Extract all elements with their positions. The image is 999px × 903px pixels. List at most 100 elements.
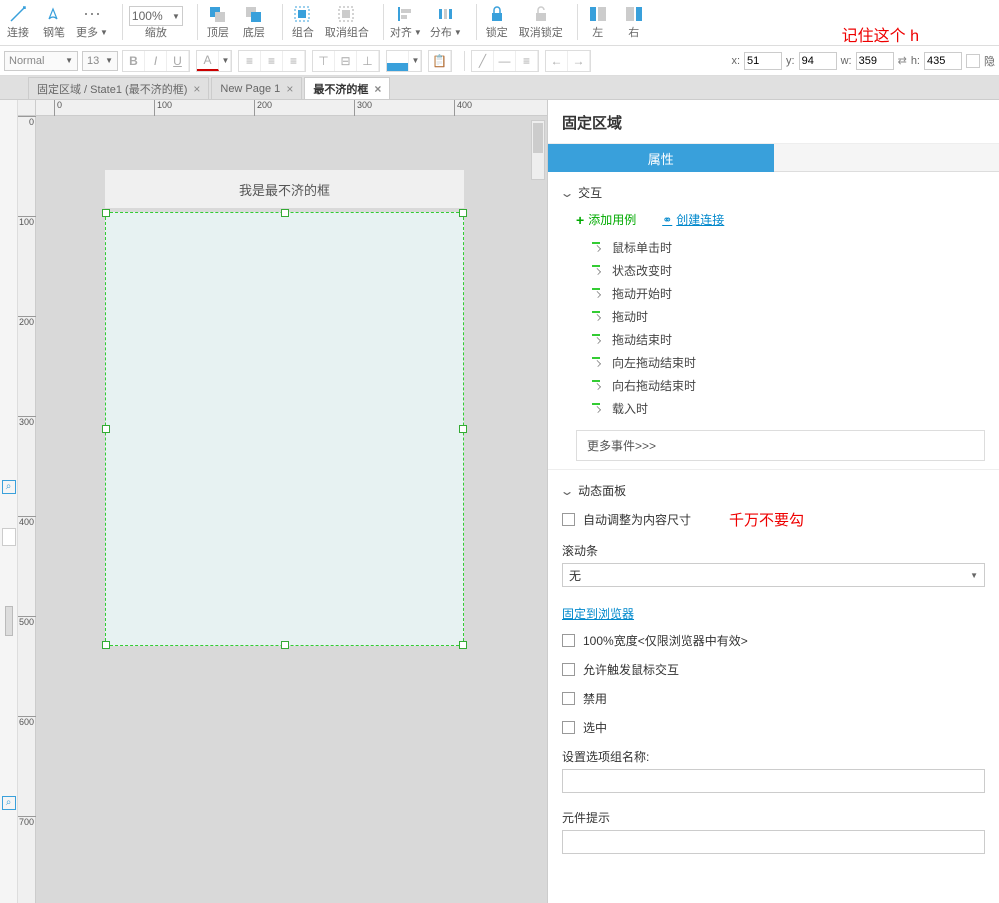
w-input[interactable] [856,52,894,70]
text-style-group: B I U [122,50,190,72]
tool-more[interactable]: ⋯ 更多▼ [76,2,108,40]
lock-aspect-icon[interactable]: ⇄ [898,54,907,67]
create-link-button[interactable]: 创建连接 [662,211,724,228]
position-inputs: x: y: w: ⇄ h: 隐 [731,52,995,70]
zoom-select[interactable]: 100%▼ [129,6,183,26]
close-icon[interactable]: × [374,82,381,96]
valign-bottom-button[interactable]: ⊥ [357,51,379,71]
align-center-button[interactable]: ≡ [261,51,283,71]
tool-connect[interactable]: 连接 [4,2,32,40]
dock-right-icon [620,2,648,26]
tooltip-input[interactable] [562,830,985,854]
option-group-label: 设置选项组名称: [562,742,985,769]
document-tabs: 固定区域 / State1 (最不济的框)× New Page 1× 最不济的框… [0,76,999,100]
sidebar-handle-icon[interactable] [5,606,13,636]
y-input[interactable] [799,52,837,70]
tool-unlock[interactable]: 取消锁定 [519,2,563,40]
tool-dock-right[interactable]: 右 [620,2,648,40]
fontsize-select[interactable]: 13 ▼ [82,51,118,71]
tab-properties[interactable]: 属性 [548,144,774,172]
event-item[interactable]: 向右拖动结束时 [562,374,985,397]
pin-browser-link[interactable]: 固定到浏览器 [562,601,634,626]
hidden-checkbox[interactable] [966,54,980,68]
search-icon[interactable]: ⌕ [2,480,16,494]
tool-dock-left[interactable]: 左 [584,2,612,40]
unlock-icon [527,2,555,26]
disabled-label: 禁用 [583,690,607,707]
allow-mouse-label: 允许触发鼠标交互 [583,661,679,678]
tooltip-label: 元件提示 [562,803,985,830]
italic-button[interactable]: I [145,51,167,71]
tool-ungroup[interactable]: 取消组合 [325,2,369,40]
add-case-button[interactable]: 添加用例 [576,211,636,228]
canvas-area[interactable]: 0 100 200 300 400 0 100 200 300 400 500 … [18,100,547,903]
tool-distribute[interactable]: 分布▼ [430,2,462,40]
more-events-button[interactable]: 更多事件>>> [576,430,985,461]
fill-dropdown[interactable]: ▼ [409,51,421,71]
fill-color-button[interactable] [387,51,409,71]
event-item[interactable]: 拖动结束时 [562,328,985,351]
disabled-checkbox[interactable] [562,692,575,705]
event-item[interactable]: 载入时 [562,397,985,420]
width-100-checkbox[interactable] [562,634,575,647]
tool-lock[interactable]: 锁定 [483,2,511,40]
event-icon [592,311,604,323]
arrow-start-button[interactable]: ← [546,51,568,71]
tool-zoom[interactable]: 100%▼ 缩放 [129,2,183,40]
event-item[interactable]: 鼠标单击时 [562,236,985,259]
option-group-input[interactable] [562,769,985,793]
event-item[interactable]: 状态改变时 [562,259,985,282]
copy-style-button[interactable]: 📋 [429,51,451,71]
underline-button[interactable]: U [167,51,189,71]
tab-fixed-area[interactable]: 固定区域 / State1 (最不济的框)× [28,77,209,99]
tab-new-page[interactable]: New Page 1× [211,77,302,99]
selected-label: 选中 [583,719,607,736]
tab-notes[interactable] [774,144,999,172]
front-icon [204,2,232,26]
valign-middle-button[interactable]: ⊟ [335,51,357,71]
panel-tabs: 属性 [548,144,999,172]
tool-group-btn[interactable]: 组合 [289,2,317,40]
vertical-scrollbar[interactable] [531,120,545,180]
style-select[interactable]: Normal ▼ [4,51,78,71]
line-style-button[interactable]: ╱ [472,51,494,71]
selected-checkbox[interactable] [562,721,575,734]
tool-front[interactable]: 顶层 [204,2,232,40]
ruler-horizontal: 0 100 200 300 400 [36,100,547,116]
font-color-dropdown[interactable]: ▼ [219,51,231,71]
valign-top-button[interactable]: ⊤ [313,51,335,71]
event-item[interactable]: 向左拖动结束时 [562,351,985,374]
close-icon[interactable]: × [286,82,293,96]
sidebar-box[interactable] [2,528,16,546]
allow-mouse-checkbox[interactable] [562,663,575,676]
tool-align[interactable]: 对齐▼ [390,2,422,40]
tool-back[interactable]: 底层 [240,2,268,40]
section-interactions: 交互 添加用例 创建连接 鼠标单击时 状态改变时 拖动开始时 拖动时 拖动结束时… [548,172,999,470]
section-header-dynamic[interactable]: 动态面板 [562,478,985,503]
h-input[interactable] [924,52,962,70]
align-right-button[interactable]: ≡ [283,51,305,71]
align-left-button[interactable]: ≡ [239,51,261,71]
main-area: ⌕ ⌕ 0 100 200 300 400 0 100 200 300 400 … [0,100,999,903]
annotation-remember-h: 记住这个 h [842,22,919,46]
arrow-end-button[interactable]: → [568,51,590,71]
x-input[interactable] [744,52,782,70]
close-icon[interactable]: × [193,82,200,96]
selected-dynamic-panel[interactable] [105,212,464,646]
event-item[interactable]: 拖动时 [562,305,985,328]
line-color-button[interactable]: — [494,51,516,71]
tool-pen[interactable]: 钢笔 [40,2,68,40]
section-header-interactions[interactable]: 交互 [562,180,985,205]
bold-button[interactable]: B [123,51,145,71]
event-icon [592,380,604,392]
back-icon [240,2,268,26]
scrollbar-select[interactable]: 无▼ [562,563,985,587]
search-icon[interactable]: ⌕ [2,796,16,810]
fit-content-checkbox[interactable] [562,513,575,526]
line-width-button[interactable]: ≡ [516,51,538,71]
tab-worst-box[interactable]: 最不济的框× [304,77,390,99]
canvas-content[interactable]: 我是最不济的框 [36,116,547,903]
event-item[interactable]: 拖动开始时 [562,282,985,305]
font-color-button[interactable]: A [197,51,219,71]
header-widget[interactable]: 我是最不济的框 [105,170,464,208]
